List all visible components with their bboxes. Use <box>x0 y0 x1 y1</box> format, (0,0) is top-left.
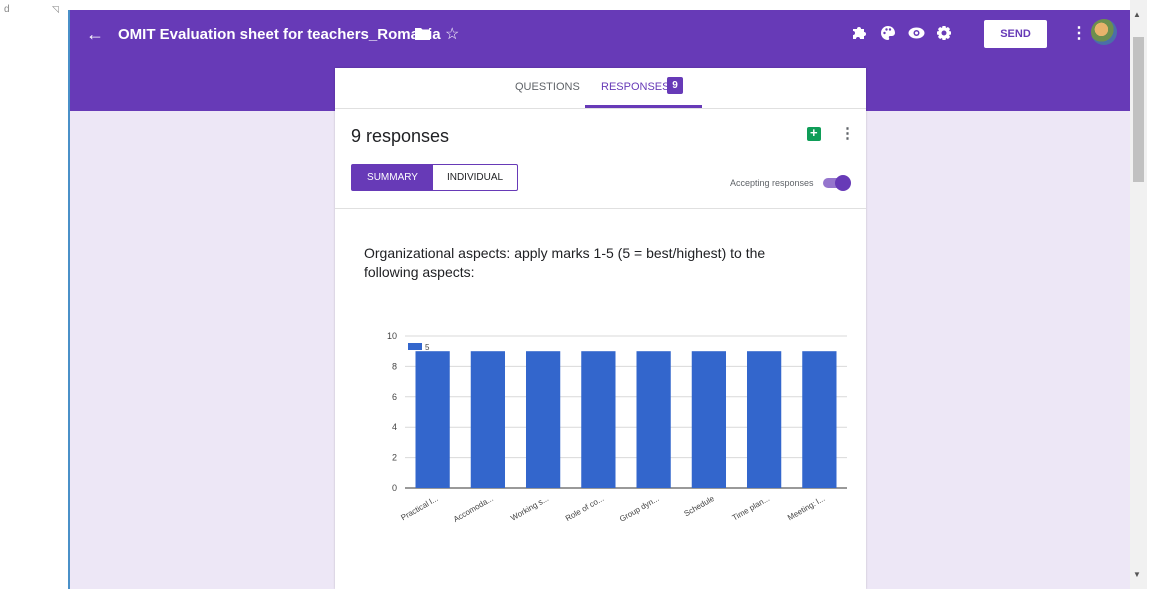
forms-app: ← OMIT Evaluation sheet for teachers_Rom… <box>70 10 1130 589</box>
left-gutter: d ◹ <box>0 0 68 589</box>
responses-card: QUESTIONS RESPONSES 9 9 responses ⋮ SUMM… <box>335 68 866 589</box>
responses-count: 9 responses <box>351 126 450 146</box>
tab-responses[interactable]: RESPONSES <box>601 81 669 93</box>
bar <box>746 351 782 488</box>
summary-button[interactable]: SUMMARY <box>352 165 433 190</box>
x-tick-label: Working s... <box>509 494 550 523</box>
legend-swatch <box>408 343 422 350</box>
expand-icon: ◹ <box>52 4 59 14</box>
send-button[interactable]: SEND <box>984 20 1047 48</box>
more-vert-icon[interactable]: ⋮ <box>1071 23 1087 43</box>
google-sheets-icon[interactable] <box>807 125 821 141</box>
folder-icon[interactable] <box>415 27 430 40</box>
question-title: Organizational aspects: apply marks 1-5 … <box>364 245 766 280</box>
responses-count-badge: 9 <box>667 77 683 94</box>
scroll-down-arrow-icon[interactable]: ▼ <box>1133 570 1141 579</box>
palette-icon[interactable] <box>880 25 896 41</box>
bar-chart: 0 2 4 6 8 10 Practical l... Accomoda... Working … <box>387 331 847 524</box>
y-tick-label: 0 <box>392 483 397 493</box>
x-tick-label: Role of co... <box>564 494 605 523</box>
individual-button[interactable]: INDIVIDUAL <box>433 165 517 190</box>
gutter-text: d <box>4 4 10 15</box>
bar <box>636 351 671 488</box>
divider <box>335 208 866 209</box>
tab-questions[interactable]: QUESTIONS <box>515 81 580 93</box>
bar <box>415 351 450 488</box>
scrollbar-thumb[interactable] <box>1133 37 1144 182</box>
x-tick-label: Group dyn... <box>618 494 661 524</box>
x-tick-label: Meeting: l... <box>786 494 826 522</box>
star-outline-icon[interactable]: ☆ <box>445 24 459 44</box>
x-tick-label: Practical l... <box>399 494 439 522</box>
avatar[interactable] <box>1091 19 1117 45</box>
bar <box>691 351 727 488</box>
x-tick-label: Schedule <box>682 494 716 519</box>
gear-icon[interactable] <box>936 25 952 41</box>
x-tick-label: Accomoda... <box>452 494 495 524</box>
right-edge <box>1147 0 1171 589</box>
puzzle-piece-icon[interactable] <box>851 25 867 41</box>
y-tick-label: 4 <box>392 422 397 432</box>
toggle-knob[interactable] <box>835 175 851 191</box>
bar <box>470 351 506 488</box>
accepting-responses-label: Accepting responses <box>730 178 814 188</box>
form-title[interactable]: OMIT Evaluation sheet for teachers_Roman… <box>118 26 441 43</box>
eye-icon[interactable] <box>908 25 925 41</box>
view-switcher: SUMMARY INDIVIDUAL <box>351 164 518 191</box>
y-tick-label: 6 <box>392 392 397 402</box>
more-vert-icon[interactable]: ⋮ <box>840 124 855 142</box>
bar <box>802 351 837 488</box>
tab-bar: QUESTIONS RESPONSES 9 <box>335 68 866 109</box>
bar <box>581 351 616 488</box>
active-tab-indicator <box>585 105 702 108</box>
y-tick-label: 10 <box>387 331 397 341</box>
y-tick-label: 2 <box>392 453 397 463</box>
bar <box>525 351 561 488</box>
x-tick-label: Time plan... <box>731 494 771 523</box>
legend-label: 5 <box>425 343 430 352</box>
arrow-back-icon[interactable]: ← <box>86 24 104 45</box>
y-tick-label: 8 <box>392 361 397 371</box>
scroll-up-arrow-icon[interactable]: ▲ <box>1133 10 1141 19</box>
